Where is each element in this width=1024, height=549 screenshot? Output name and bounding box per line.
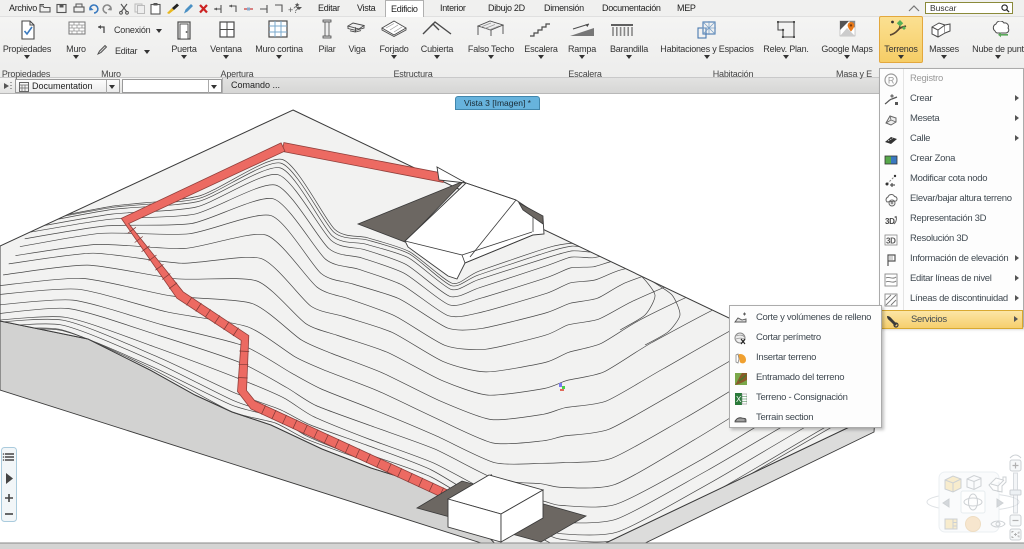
svg-text:3D: 3D [885, 217, 895, 226]
svg-text:3D: 3D [886, 237, 896, 246]
svg-text:R: R [888, 76, 895, 86]
